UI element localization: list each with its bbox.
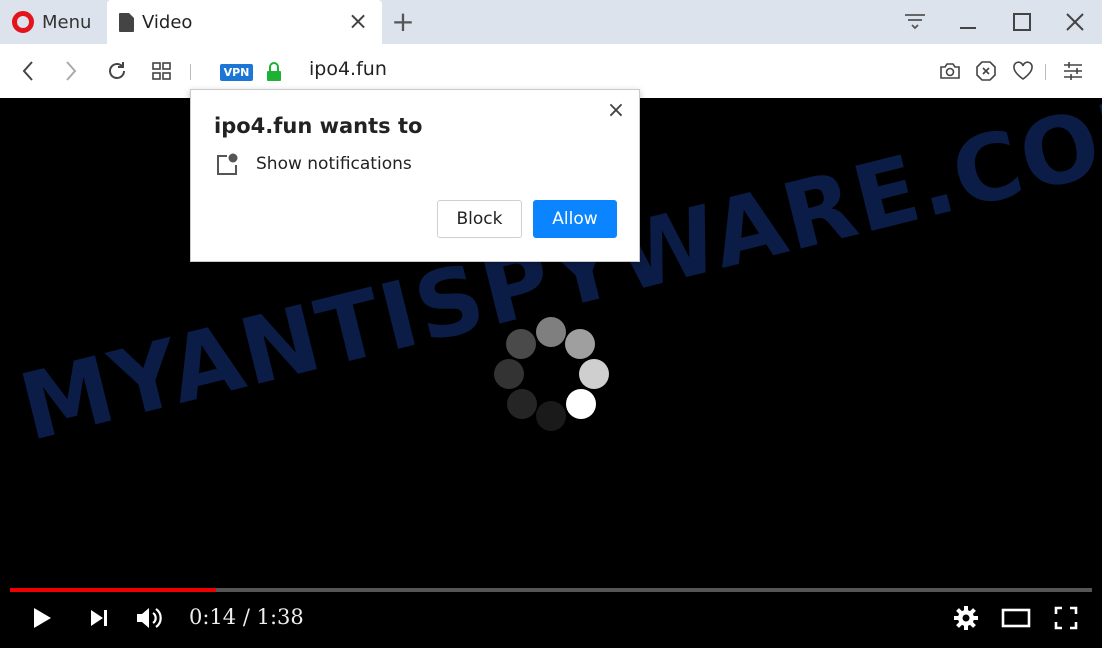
opera-menu-button[interactable]: Menu [0,0,106,44]
notification-permission-popup: × ipo4.fun wants to Show notifications B… [190,89,640,262]
volume-icon[interactable] [133,602,165,634]
permission-label: Show notifications [256,154,412,174]
tab-close-icon[interactable]: × [346,9,370,34]
forward-icon[interactable] [57,57,85,85]
tab-video[interactable]: Video × [107,0,382,44]
lock-icon[interactable] [266,61,282,83]
vpn-badge[interactable]: VPN [220,64,253,81]
time-total: 1:38 [256,605,304,629]
divider [190,64,191,80]
theater-mode-icon[interactable] [1000,602,1032,634]
heart-icon[interactable] [1010,58,1036,84]
tab-grid-icon[interactable] [148,57,176,85]
back-icon[interactable] [14,57,42,85]
easy-setup-icon[interactable] [1060,58,1086,84]
spinner-dot [536,401,566,431]
settings-gear-icon[interactable] [952,602,980,634]
loading-spinner-icon [490,313,620,443]
close-window-icon[interactable] [1057,6,1093,38]
play-icon[interactable] [28,602,56,634]
progress-fill [10,588,216,592]
browser-window: Menu Video × + VPN ipo4.fun MYANTISPYWAR… [0,0,1102,648]
next-icon[interactable] [86,602,112,634]
camera-icon[interactable] [937,58,963,84]
spinner-dot [536,317,566,347]
spinner-dot [507,389,537,419]
adblock-icon[interactable] [973,58,999,84]
notification-bell-icon [215,153,239,177]
time-display: 0:14 / 1:38 [189,605,304,629]
spinner-dot [494,359,524,389]
divider [1045,64,1046,80]
popup-title: ipo4.fun wants to [214,114,423,138]
tab-menu-icon[interactable] [897,6,933,38]
tab-strip: Menu Video × + [0,0,1102,44]
block-button[interactable]: Block [437,200,522,238]
allow-button[interactable]: Allow [533,200,617,238]
popup-close-icon[interactable]: × [605,100,627,122]
spinner-dot [566,389,596,419]
opera-logo-icon [12,11,34,33]
menu-label: Menu [42,11,92,33]
maximize-icon[interactable] [1004,6,1040,38]
time-separator: / [236,605,257,629]
minimize-icon[interactable] [950,6,986,38]
reload-icon[interactable] [103,57,131,85]
spinner-dot [565,329,595,359]
new-tab-icon[interactable]: + [390,6,416,38]
fullscreen-icon[interactable] [1052,602,1080,634]
spinner-dot [579,359,609,389]
spinner-dot [506,329,536,359]
document-icon [119,12,134,32]
time-current: 0:14 [189,605,237,629]
url-field[interactable]: ipo4.fun [309,58,387,80]
